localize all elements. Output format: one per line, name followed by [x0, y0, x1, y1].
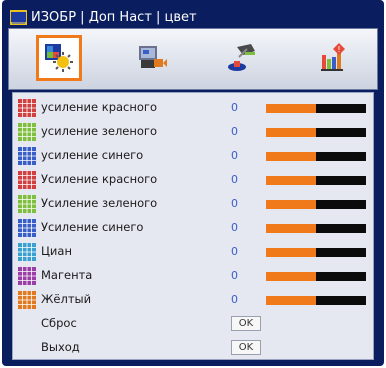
display-tab[interactable] [128, 35, 174, 81]
setting-slider[interactable] [266, 200, 366, 209]
color-grid-icon [18, 291, 36, 309]
slider-fill [266, 248, 316, 257]
setting-label: усиление синего [41, 148, 144, 162]
slider-fill [266, 128, 316, 137]
slider-fill [266, 152, 316, 161]
setting-label: Усиление синего [41, 220, 144, 234]
setup-icon [228, 44, 255, 71]
setting-slider[interactable] [266, 104, 366, 113]
setting-row[interactable]: Жёлтый 0 [13, 289, 373, 311]
setting-label: Усиление зеленого [41, 196, 158, 210]
setting-row[interactable]: Усиление синего 0 [13, 217, 373, 239]
setting-value: 0 [231, 149, 238, 162]
setting-row[interactable]: Магента 0 [13, 265, 373, 287]
setting-slider[interactable] [266, 128, 366, 137]
setting-value: 0 [231, 197, 238, 210]
setting-value: 0 [231, 221, 238, 234]
setting-label: Жёлтый [41, 292, 92, 306]
color-grid-icon [18, 195, 36, 213]
reset-label: Сброс [41, 316, 77, 330]
setting-row[interactable]: усиление синего 0 [13, 145, 373, 167]
setting-row[interactable]: усиление красного 0 [13, 97, 373, 119]
osd-window: ИЗОБР | Доп Наст | цвет ! усиление красн… [2, 0, 384, 366]
setting-slider[interactable] [266, 248, 366, 257]
setting-value: 0 [231, 245, 238, 258]
color-grid-icon [18, 243, 36, 261]
setting-label: усиление зеленого [41, 124, 157, 138]
picture-settings-icon [45, 44, 73, 72]
setting-slider[interactable] [266, 272, 366, 281]
slider-fill [266, 104, 316, 113]
slider-fill [266, 176, 316, 185]
color-grid-icon [18, 171, 36, 189]
setting-row[interactable]: усиление зеленого 0 [13, 121, 373, 143]
setting-value: 0 [231, 293, 238, 306]
setting-label: усиление красного [41, 100, 157, 114]
setting-row[interactable]: Усиление зеленого 0 [13, 193, 373, 215]
setting-slider[interactable] [266, 176, 366, 185]
picture-menu-icon [10, 9, 27, 25]
options-info-icon: ! [321, 43, 345, 71]
slider-fill [266, 296, 316, 305]
picture-settings-tab[interactable] [36, 35, 82, 81]
settings-panel: усиление красного 0 усиление зеленого 0 усил… [12, 92, 374, 360]
display-screen-icon [139, 46, 167, 68]
setting-value: 0 [231, 173, 238, 186]
color-grid-icon [18, 147, 36, 165]
action-row-reset: Сброс OK [13, 313, 373, 335]
exit-ok-button[interactable]: OK [231, 340, 261, 355]
options-tab[interactable]: ! [309, 35, 355, 81]
color-grid-icon [18, 99, 36, 117]
window-title: ИЗОБР | Доп Наст | цвет [31, 9, 197, 25]
svg-text:!: ! [337, 45, 340, 54]
setup-tab[interactable] [219, 35, 265, 81]
setting-label: Циан [41, 244, 72, 258]
setting-row[interactable]: Циан 0 [13, 241, 373, 263]
title-bar: ИЗОБР | Доп Наст | цвет [10, 8, 376, 26]
setting-slider[interactable] [266, 296, 366, 305]
setting-label: Усиление красного [41, 172, 158, 186]
menu-toolbar: ! [8, 28, 378, 90]
setting-value: 0 [231, 269, 238, 282]
color-grid-icon [18, 267, 36, 285]
exit-label: Выход [41, 340, 80, 354]
color-grid-icon [18, 123, 36, 141]
action-row-exit: Выход OK [13, 337, 373, 359]
setting-value: 0 [231, 125, 238, 138]
setting-value: 0 [231, 101, 238, 114]
setting-slider[interactable] [266, 224, 366, 233]
setting-slider[interactable] [266, 152, 366, 161]
color-grid-icon [18, 219, 36, 237]
setting-label: Магента [41, 268, 93, 282]
setting-row[interactable]: Усиление красного 0 [13, 169, 373, 191]
slider-fill [266, 224, 316, 233]
slider-fill [266, 272, 316, 281]
reset-ok-button[interactable]: OK [231, 316, 261, 331]
slider-fill [266, 200, 316, 209]
